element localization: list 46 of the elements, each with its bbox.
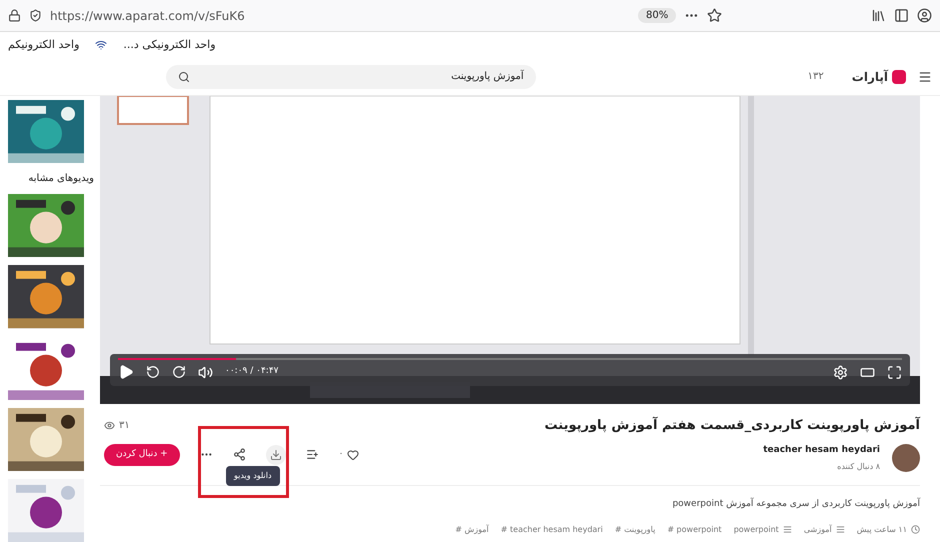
search-icon[interactable] [178,70,190,82]
section-heading: ویدیوهای مشابه [28,172,94,186]
clock-icon [911,525,920,534]
video-title: آموزش پاورپوینت کاربردی_قسمت هفتم آموزش پاورپوینت [544,416,920,435]
download-icon[interactable] [270,448,282,460]
rewind-icon[interactable] [146,365,160,379]
description: آموزش پاورپوینت کاربردی از سری مجموعه آموزش powerpoint [672,498,920,511]
account-icon[interactable] [917,8,932,23]
like-count: ۰ [338,448,344,461]
fullscreen-icon[interactable] [887,364,902,380]
tooltip: دانلود ویدیو [226,466,280,486]
follow-button[interactable]: + دنبال کردن [104,444,180,466]
settings-icon[interactable] [833,364,848,380]
search-field[interactable]: آموزش پاورپوینت [166,64,536,88]
library-icon[interactable] [871,8,886,23]
bookmark[interactable]: واحد الکترونیکم [8,36,80,54]
category-icon [836,525,845,534]
tag-link[interactable]: # teacher hesam heydari [500,524,603,536]
zoom-level[interactable]: 80% [638,8,676,23]
tag-link[interactable]: # powerpoint [667,524,722,536]
menu-icon[interactable] [918,70,932,84]
sidebar-icon[interactable] [894,8,909,23]
follower-count: ۸ دنبال کننده [837,461,880,473]
category-icon [782,525,792,534]
share-icon[interactable] [232,448,246,461]
category-link[interactable]: آموزشی [804,524,832,536]
address-bar[interactable]: https://www.aparat.com/v/sFuK6 [50,6,630,24]
logo[interactable]: آپارات [852,68,906,86]
channel-name[interactable]: teacher hesam heydari [763,444,880,457]
channel-avatar[interactable] [892,444,920,472]
play-icon[interactable] [118,364,134,380]
shield-icon [29,9,42,22]
view-count: ۳۱ [104,418,130,434]
tag-link[interactable]: # آموزش [455,524,489,536]
notification-count[interactable]: ۱۳۲ [808,69,824,84]
star-icon[interactable] [707,8,722,23]
forward-icon[interactable] [172,365,186,379]
bookmark[interactable]: واحد الکترونیکی د... [123,36,216,54]
publish-time: ۱۱ ساعت پیش [856,524,907,536]
volume-icon[interactable] [198,364,213,380]
playlist-add-icon[interactable] [306,448,319,461]
time-display: ۰۰:۰۹ / ۰۴:۴۷ [225,365,278,378]
heart-icon[interactable] [347,448,360,460]
lock-icon [8,9,21,22]
tag-link[interactable]: # پاورپوینت [614,524,656,536]
category-link[interactable]: powerpoint [734,524,779,536]
